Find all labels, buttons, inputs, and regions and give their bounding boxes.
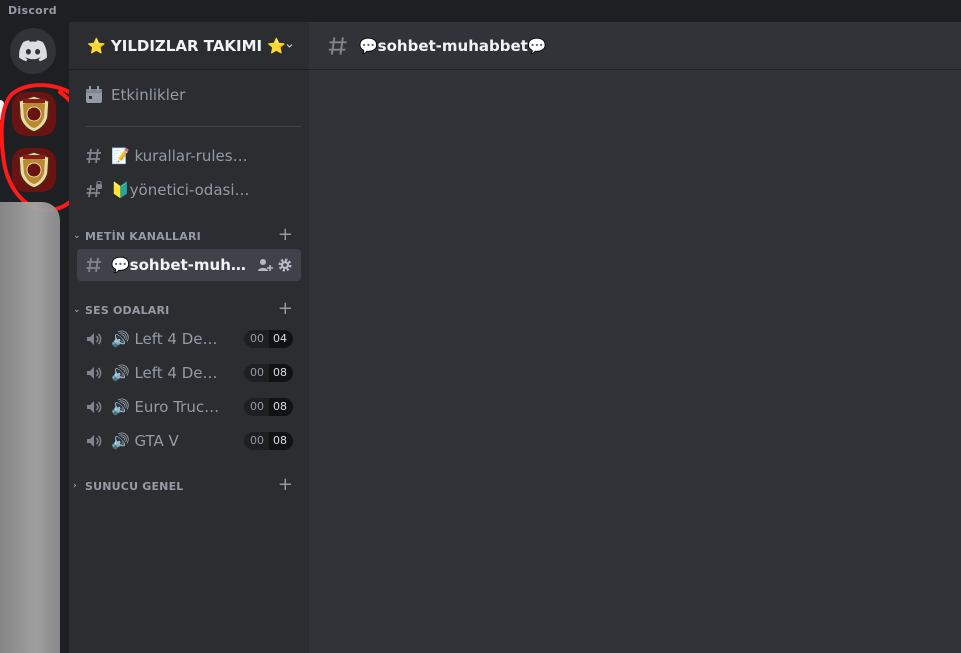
chevron-down-icon	[286, 43, 293, 48]
user-limit-badge: 00 08	[244, 432, 293, 450]
voice-channel[interactable]: 🔊 Left 4 Dead 2 00 04	[77, 323, 301, 355]
channel-yonetici-odasi[interactable]: 🔰yönetici-odasi🔰	[77, 174, 301, 206]
unread-pill	[0, 100, 4, 120]
speaker-icon	[87, 401, 102, 413]
badge-shield-icon	[18, 151, 50, 189]
badge-shield-icon	[18, 95, 50, 133]
add-channel-icon[interactable]: +	[278, 476, 293, 494]
category-label: SES ODALARI	[85, 303, 170, 317]
add-channel-icon[interactable]: +	[278, 300, 293, 318]
category-label: SUNUCU GENEL	[85, 479, 184, 493]
window-titlebar: Discord	[0, 0, 961, 22]
category-label: METİN KANALLARI	[85, 229, 201, 243]
channel-label: 💬sohbet-muhab...	[111, 256, 251, 274]
hashtag-icon	[86, 257, 101, 273]
channel-header: 💬sohbet-muhabbet💬	[309, 22, 961, 70]
user-limit-badge: 00 08	[244, 398, 293, 416]
hashtag-icon	[86, 148, 101, 164]
discord-logo-icon	[19, 40, 47, 62]
category-sunucu-genel[interactable]: › SUNUCU GENEL +	[73, 476, 301, 496]
channel-sidebar: ⭐ YILDIZLAR TAKIMI ⭐ Etkinlikler 📝 kural…	[69, 22, 309, 653]
divider	[85, 126, 301, 127]
chevron-down-icon: ⌄	[73, 231, 81, 241]
calendar-icon	[86, 86, 102, 103]
app-title: Discord	[8, 4, 57, 17]
channel-kurallar-rules[interactable]: 📝 kurallar-rules📝	[77, 140, 301, 172]
speaker-icon	[87, 435, 102, 447]
user-limit-badge: 00 08	[244, 364, 293, 382]
gear-icon[interactable]	[277, 257, 293, 273]
voice-channel[interactable]: 🔊 GTA V 00 08	[77, 425, 301, 457]
channel-label: 🔰yönetici-odasi🔰	[111, 181, 251, 199]
user-limit-badge: 00 04	[244, 330, 293, 348]
speaker-icon	[87, 333, 102, 345]
channel-label: 📝 kurallar-rules📝	[111, 147, 251, 165]
server-list	[0, 22, 91, 653]
hashtag-icon	[328, 36, 347, 55]
events-label: Etkinlikler	[111, 86, 186, 104]
chevron-right-icon: ›	[73, 481, 77, 491]
channel-label: 🔊 Euro Truck/...	[111, 398, 223, 416]
server-icon-yildizlar[interactable]	[12, 92, 56, 136]
server-icon-yildizlar-2[interactable]	[12, 148, 56, 192]
invite-user-icon[interactable]	[257, 257, 273, 273]
message-area	[309, 70, 961, 653]
events-link[interactable]: Etkinlikler	[85, 86, 185, 104]
channel-label: 🔊 GTA V	[111, 432, 179, 450]
speaker-icon	[87, 367, 102, 379]
hashtag-lock-icon	[86, 181, 102, 198]
server-name: ⭐ YILDIZLAR TAKIMI ⭐	[87, 36, 287, 55]
channel-sohbet-muhabbet[interactable]: 💬sohbet-muhab...	[77, 249, 301, 281]
category-metin-kanallari[interactable]: ⌄ METİN KANALLARI +	[73, 226, 301, 246]
discord-home-button[interactable]	[10, 28, 56, 74]
voice-channel[interactable]: 🔊 Left 4 Dead 2 00 08	[77, 357, 301, 389]
channel-label: 🔊 Left 4 Dead 2	[111, 364, 223, 382]
chevron-down-icon: ⌄	[73, 305, 81, 315]
category-ses-odalari[interactable]: ⌄ SES ODALARI +	[73, 300, 301, 320]
channel-title: 💬sohbet-muhabbet💬	[359, 36, 547, 55]
add-channel-icon[interactable]: +	[278, 226, 293, 244]
channel-label: 🔊 Left 4 Dead 2	[111, 330, 223, 348]
server-header[interactable]: ⭐ YILDIZLAR TAKIMI ⭐	[69, 22, 309, 70]
redacted-area	[0, 202, 60, 653]
voice-channel[interactable]: 🔊 Euro Truck/... 00 08	[77, 391, 301, 423]
